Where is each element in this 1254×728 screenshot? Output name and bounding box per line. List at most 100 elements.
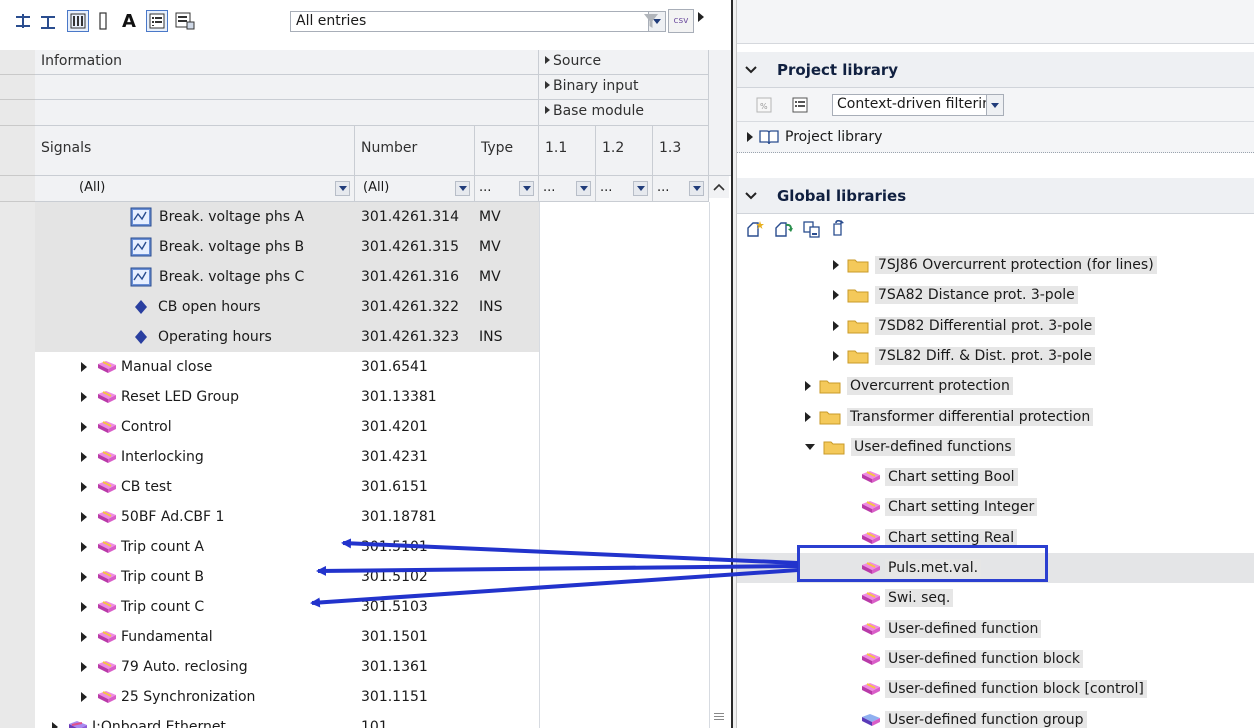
list-view-icon[interactable] xyxy=(146,10,168,32)
update-library-icon[interactable] xyxy=(829,218,851,240)
text-icon[interactable]: A xyxy=(118,10,140,32)
chevron-down-icon[interactable] xyxy=(745,65,763,74)
expand-arrow-icon[interactable] xyxy=(81,362,87,372)
library-function-item[interactable]: User-defined function block xyxy=(861,644,1083,674)
library-function-item[interactable]: User-defined function xyxy=(861,614,1042,644)
table-row[interactable]: CB test 301.6151 xyxy=(35,472,731,502)
expand-arrow-icon[interactable] xyxy=(833,321,839,331)
chevron-down-icon[interactable] xyxy=(519,181,534,196)
number-column-header[interactable]: Number xyxy=(355,126,475,176)
column-1-3-filter[interactable]: ... xyxy=(653,176,709,202)
open-library-icon[interactable] xyxy=(773,218,795,240)
column-1-1-filter[interactable]: ... xyxy=(539,176,596,202)
table-row[interactable]: 79 Auto. reclosing 301.1361 xyxy=(35,652,731,682)
project-library-header[interactable]: Project library xyxy=(737,52,1254,88)
number-filter[interactable]: (All) xyxy=(355,176,475,202)
expand-arrow-icon[interactable] xyxy=(81,482,87,492)
expand-arrow-icon[interactable] xyxy=(81,692,87,702)
expand-arrow-icon[interactable] xyxy=(81,452,87,462)
table-row[interactable]: Trip count B 301.5102 xyxy=(35,562,731,592)
expand-arrow-icon[interactable] xyxy=(81,542,87,552)
expand-arrow-icon[interactable] xyxy=(81,632,87,642)
library-folder-item[interactable]: User-defined functions xyxy=(805,432,1015,462)
new-library-icon[interactable] xyxy=(745,218,767,240)
library-folder-item[interactable]: 7SD82 Differential prot. 3-pole xyxy=(833,311,1096,341)
column-1-2-filter[interactable]: ... xyxy=(596,176,653,202)
signals-column-header[interactable]: Signals xyxy=(35,126,355,176)
table-row[interactable]: Break. voltage phs C 301.4261.316 MV xyxy=(35,262,731,292)
library-function-item[interactable]: Chart setting Integer xyxy=(861,492,1038,522)
expand-arrow-icon[interactable] xyxy=(833,260,839,270)
chevron-down-icon[interactable] xyxy=(455,181,470,196)
chevron-down-icon[interactable] xyxy=(745,191,763,200)
entries-filter-select[interactable]: All entries xyxy=(290,11,666,32)
expand-arrow-icon[interactable] xyxy=(52,722,58,728)
expand-arrow-icon[interactable] xyxy=(81,572,87,582)
expand-arrow-icon[interactable] xyxy=(81,512,87,522)
library-folder-item[interactable]: Overcurrent protection xyxy=(805,371,1013,401)
detail-view-icon[interactable] xyxy=(174,10,196,32)
expand-arrow-icon[interactable] xyxy=(81,392,87,402)
library-folder-item[interactable]: 7SL82 Diff. & Dist. prot. 3-pole xyxy=(833,341,1095,371)
type-column-header[interactable]: Type xyxy=(475,126,539,176)
chevron-down-icon[interactable] xyxy=(689,181,704,196)
save-library-icon[interactable] xyxy=(801,218,823,240)
table-row[interactable]: Trip count C 301.5103 xyxy=(35,592,731,622)
library-book-icon xyxy=(759,130,779,145)
table-row[interactable]: Break. voltage phs B 301.4261.315 MV xyxy=(35,232,731,262)
base-module-header[interactable]: Base module xyxy=(539,100,709,126)
column-1-2-header[interactable]: 1.2 xyxy=(596,126,653,176)
library-folder-item[interactable]: Transformer differential protection xyxy=(805,402,1094,432)
scroll-up-button[interactable] xyxy=(709,176,729,198)
type-filter[interactable]: ... xyxy=(475,176,539,202)
chevron-down-icon[interactable] xyxy=(986,95,1003,115)
source-header[interactable]: Source xyxy=(539,50,709,75)
expand-all-icon[interactable] xyxy=(12,10,34,32)
collapse-all-icon[interactable] xyxy=(37,10,59,32)
library-function-item[interactable]: User-defined function group xyxy=(861,705,1087,728)
table-row[interactable]: Reset LED Group 301.13381 xyxy=(35,382,731,412)
library-function-item[interactable]: User-defined function block [control] xyxy=(861,674,1147,704)
expand-arrow-icon[interactable] xyxy=(81,662,87,672)
expand-arrow-icon[interactable] xyxy=(805,381,811,391)
expand-arrow-icon[interactable] xyxy=(747,132,753,142)
table-row[interactable]: Manual close 301.6541 xyxy=(35,352,731,382)
csv-export-button[interactable]: csv xyxy=(668,9,694,33)
collapse-arrow-icon[interactable] xyxy=(805,444,815,450)
expand-arrow-icon[interactable] xyxy=(833,351,839,361)
library-folder-item[interactable]: 7SJ86 Overcurrent protection (for lines) xyxy=(833,250,1157,280)
signals-filter[interactable]: (All) xyxy=(35,176,355,202)
single-column-icon[interactable] xyxy=(92,10,114,32)
new-type-icon[interactable]: % xyxy=(753,94,775,116)
library-function-item[interactable]: Chart setting Bool xyxy=(861,462,1018,492)
binary-input-header[interactable]: Binary input xyxy=(539,75,709,100)
chevron-down-icon[interactable] xyxy=(335,181,350,196)
table-row[interactable]: Break. voltage phs A 301.4261.314 MV xyxy=(35,202,731,232)
table-row[interactable]: CB open hours 301.4261.322 INS xyxy=(35,292,731,322)
context-filter-select[interactable]: Context-driven filterin xyxy=(832,94,1004,116)
library-folder-item[interactable]: 7SA82 Distance prot. 3-pole xyxy=(833,280,1078,310)
table-row[interactable]: Operating hours 301.4261.323 INS xyxy=(35,322,731,352)
columns-icon[interactable] xyxy=(67,10,89,32)
expand-arrow-icon[interactable] xyxy=(81,602,87,612)
toolbar-more-icon[interactable] xyxy=(698,12,704,22)
table-row[interactable]: Control 301.4201 xyxy=(35,412,731,442)
list-view-icon[interactable] xyxy=(789,94,811,116)
library-function-item[interactable]: Swi. seq. xyxy=(861,583,954,613)
expand-arrow-icon[interactable] xyxy=(81,422,87,432)
table-row[interactable]: J:Onboard Ethernet 101 xyxy=(35,712,731,728)
chevron-down-icon[interactable] xyxy=(633,181,648,196)
table-row[interactable]: Fundamental 301.1501 xyxy=(35,622,731,652)
table-row[interactable]: Interlocking 301.4231 xyxy=(35,442,731,472)
project-library-tree-root[interactable]: Project library xyxy=(737,122,1254,153)
expand-arrow-icon[interactable] xyxy=(805,412,811,422)
table-row[interactable]: 25 Synchronization 301.1151 xyxy=(35,682,731,712)
column-1-1-header[interactable]: 1.1 xyxy=(539,126,596,176)
chevron-down-icon[interactable] xyxy=(576,181,591,196)
column-1-3-header[interactable]: 1.3 xyxy=(653,126,709,176)
global-libraries-header[interactable]: Global libraries xyxy=(737,178,1254,214)
table-row[interactable]: Trip count A 301.5101 xyxy=(35,532,731,562)
table-row[interactable]: 50BF Ad.CBF 1 301.18781 xyxy=(35,502,731,532)
filter-icon[interactable] xyxy=(640,10,662,32)
expand-arrow-icon[interactable] xyxy=(833,290,839,300)
